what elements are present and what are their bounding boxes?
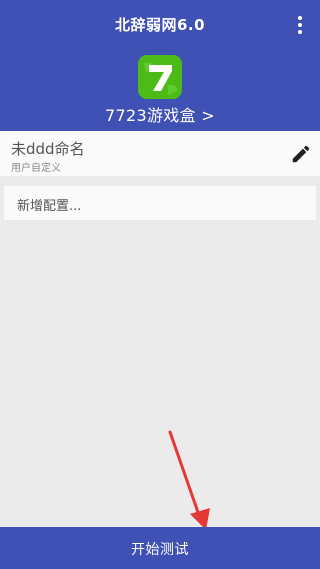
pencil-icon[interactable] (290, 143, 312, 165)
app-header: 北辞弱网6.0 7723游戏盒 > (0, 0, 320, 131)
add-config-label: 新增配置... (17, 199, 82, 214)
red-arrow-annotation (168, 430, 210, 530)
config-item[interactable]: 未ddd命名 用户自定义 (0, 131, 320, 176)
more-vert-icon[interactable] (290, 13, 310, 37)
config-type: 用户自定义 (11, 163, 61, 174)
app-title: 北辞弱网6.0 (114, 16, 206, 34)
start-test-button[interactable]: 开始测试 (0, 527, 320, 569)
add-config-button[interactable]: 新增配置... (4, 186, 316, 220)
start-test-label: 开始测试 (131, 542, 189, 558)
target-app-selector[interactable]: 7723游戏盒 > (0, 102, 320, 126)
target-app-icon[interactable] (138, 55, 182, 99)
config-name: 未ddd命名 (11, 140, 85, 158)
app-screen: 北辞弱网6.0 7723游戏盒 > 未ddd命名 用户自定义 新增配置... 开… (0, 0, 320, 569)
